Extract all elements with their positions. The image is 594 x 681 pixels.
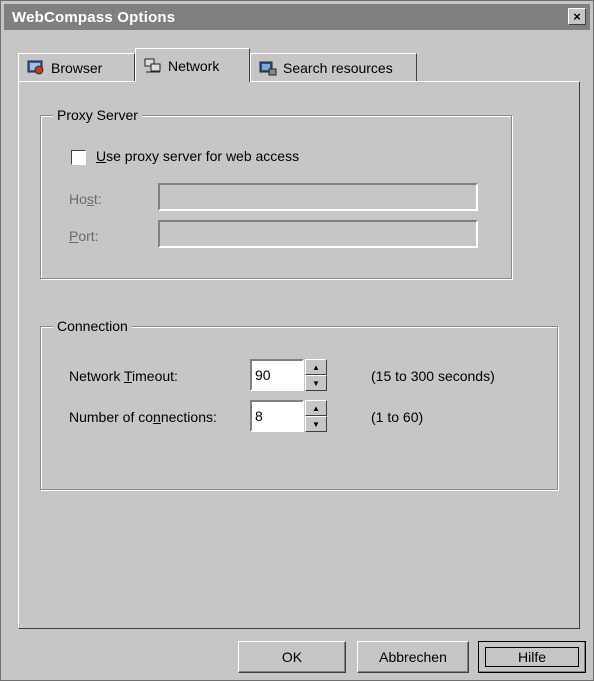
network-icon [144, 58, 162, 74]
browser-icon [27, 60, 45, 76]
ok-button[interactable]: OK [238, 641, 346, 673]
connections-up-arrow-icon[interactable]: ▲ [305, 400, 327, 416]
tab-search-resources[interactable]: Search resources [250, 53, 417, 81]
connection-group: Connection Network Timeout: 90 ▲ ▼ (15 t… [40, 318, 558, 490]
network-tab-panel: Proxy Server Use proxy server for web ac… [18, 81, 580, 629]
timeout-down-arrow-icon[interactable]: ▼ [305, 375, 327, 391]
close-button[interactable]: × [568, 8, 586, 25]
tab-browser-label: Browser [51, 59, 103, 76]
number-of-connections-input[interactable]: 8 [250, 400, 304, 432]
window-title: WebCompass Options [12, 8, 176, 26]
tab-network[interactable]: Network [135, 48, 250, 82]
use-proxy-label[interactable]: Use proxy server for web access [96, 148, 299, 164]
proxy-server-legend: Proxy Server [53, 107, 142, 123]
network-timeout-range: (15 to 300 seconds) [371, 368, 495, 384]
help-button-focus: Hilfe [485, 647, 579, 667]
connections-down-arrow-icon[interactable]: ▼ [305, 416, 327, 432]
port-input[interactable] [158, 220, 478, 248]
close-icon: × [573, 9, 581, 24]
cancel-button[interactable]: Abbrechen [357, 641, 469, 673]
tab-network-label: Network [168, 57, 220, 74]
number-of-connections-spinner[interactable]: ▲ ▼ [305, 400, 327, 432]
network-timeout-label: Network Timeout: [69, 368, 178, 384]
number-of-connections-range: (1 to 60) [371, 409, 424, 425]
proxy-server-group: Proxy Server Use proxy server for web ac… [40, 107, 512, 279]
port-label: Port: [69, 228, 99, 244]
network-timeout-spinner[interactable]: ▲ ▼ [305, 359, 327, 391]
connection-legend: Connection [53, 318, 132, 334]
help-button[interactable]: Hilfe [478, 641, 586, 673]
cancel-button-label: Abbrechen [379, 649, 447, 665]
host-input[interactable] [158, 183, 478, 211]
host-label: Host: [69, 191, 102, 207]
options-dialog: WebCompass Options × Browser Network Sea… [0, 0, 594, 681]
tab-browser[interactable]: Browser [18, 53, 135, 81]
network-timeout-input[interactable]: 90 [250, 359, 304, 391]
tab-search-label: Search resources [283, 59, 393, 76]
ok-button-label: OK [281, 649, 303, 665]
title-bar[interactable]: WebCompass Options × [4, 4, 590, 30]
help-button-label: Hilfe [517, 649, 546, 665]
timeout-up-arrow-icon[interactable]: ▲ [305, 359, 327, 375]
search-resources-icon [259, 60, 277, 76]
number-of-connections-label: Number of connections: [69, 409, 217, 425]
use-proxy-checkbox[interactable] [71, 150, 86, 165]
